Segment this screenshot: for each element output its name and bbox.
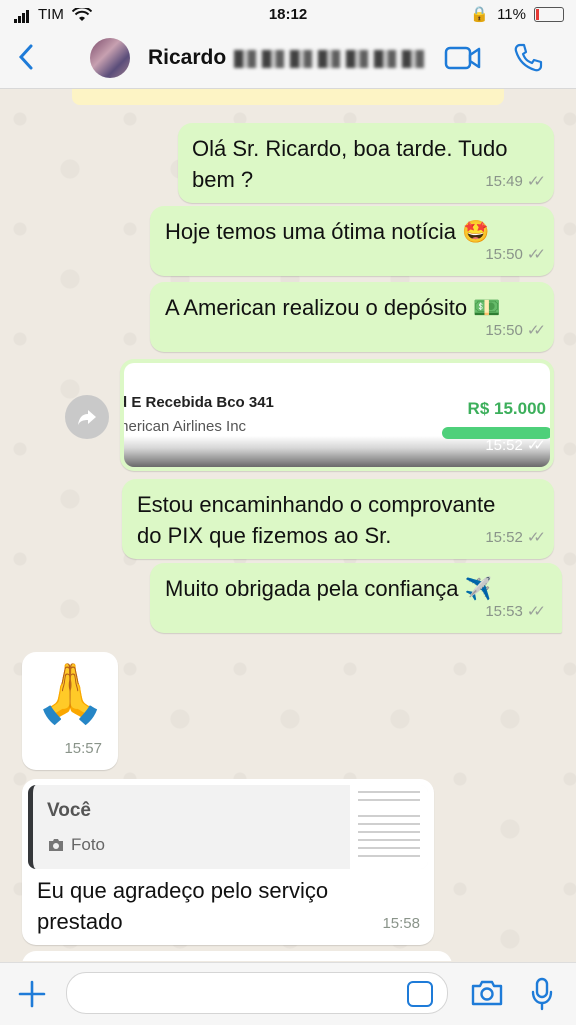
video-camera-icon — [444, 46, 481, 70]
message-time: 15:57 — [64, 740, 102, 757]
read-ticks-icon: ✓✓ — [526, 437, 546, 454]
outgoing-message[interactable]: Olá Sr. Ricardo, boa tarde. Tudo bem ? 1… — [178, 123, 554, 203]
chevron-left-icon — [18, 44, 33, 70]
message-time: 15:52 — [485, 437, 523, 454]
contact-name[interactable]: Ricardo — [148, 46, 226, 70]
receipt-payer: merican Airlines Inc — [124, 418, 247, 435]
outgoing-message[interactable]: Hoje temos uma ótima notícia 🤩 15:50 ✓✓ — [150, 206, 554, 276]
compose-bar — [0, 962, 576, 1025]
previous-message-edge — [72, 89, 504, 105]
message-text: do PIX que fizemos ao Sr. — [137, 523, 392, 548]
video-call-button[interactable] — [444, 44, 482, 77]
quote-thumbnail — [350, 785, 428, 869]
camera-button[interactable] — [470, 979, 504, 1012]
message-list[interactable]: Olá Sr. Ricardo, boa tarde. Tudo bem ? 1… — [0, 89, 576, 961]
orientation-lock-icon: 🔒 — [470, 6, 490, 23]
receipt-amount: R$ 15.000 — [467, 399, 546, 418]
outgoing-message[interactable]: Muito obrigada pela confiança ✈️ 15:53 ✓✓ — [150, 563, 562, 633]
outgoing-image-message[interactable]: d E Recebida Bco 341 merican Airlines In… — [120, 359, 554, 471]
praying-hands-emoji: 🙏 — [34, 661, 107, 726]
read-ticks-icon: ✓✓ — [526, 529, 546, 546]
sticker-icon[interactable] — [407, 981, 433, 1007]
message-time: 15:52 — [485, 529, 523, 546]
outgoing-message[interactable]: A American realizou o depósito 💵 15:50 ✓✓ — [150, 282, 554, 352]
message-time: 15:50 — [485, 246, 523, 263]
voice-call-button[interactable] — [512, 42, 544, 79]
quote-type: Foto — [71, 835, 106, 854]
incoming-message[interactable]: 🙏 15:57 — [22, 652, 118, 770]
message-time: 15:49 — [485, 173, 523, 190]
read-ticks-icon: ✓✓ — [526, 322, 546, 339]
phone-icon — [514, 43, 543, 72]
message-text: Hoje temos uma ótima notícia 🤩 — [165, 219, 490, 244]
read-ticks-icon: ✓✓ — [526, 246, 546, 263]
contact-name-redacted — [234, 50, 424, 68]
microphone-icon — [531, 977, 553, 1011]
message-text: A American realizou o depósito 💵 — [165, 295, 501, 320]
battery-icon — [534, 6, 564, 22]
contact-avatar[interactable] — [90, 38, 130, 78]
plus-icon — [18, 980, 46, 1008]
message-input[interactable] — [66, 972, 448, 1014]
message-time: 15:50 — [485, 322, 523, 339]
battery-percent: 11% — [497, 5, 526, 23]
forward-button[interactable] — [65, 395, 109, 439]
read-ticks-icon: ✓✓ — [526, 603, 546, 620]
message-text: Olá Sr. Ricardo, boa tarde. Tudo — [192, 136, 508, 161]
chat-header: Ricardo — [0, 30, 576, 89]
quoted-message[interactable]: Você Foto — [28, 785, 428, 869]
incoming-reply-message[interactable]: Você Foto Eu que agradeço pelo serviço p… — [22, 779, 434, 945]
message-text: Muito obrigada pela confiança ✈️ — [165, 576, 493, 601]
read-ticks-icon: ✓✓ — [526, 173, 546, 190]
quote-author: Você — [47, 800, 92, 821]
message-text: Eu que agradeço pelo serviço — [37, 878, 329, 903]
message-text: Estou encaminhando o comprovante — [137, 492, 496, 517]
incoming-message-partial[interactable] — [22, 951, 452, 961]
status-bar: TIM 18:12 🔒 11% — [0, 0, 576, 30]
back-button[interactable] — [16, 42, 36, 76]
forward-arrow-icon — [78, 410, 96, 425]
message-time: 15:53 — [485, 603, 523, 620]
camera-icon — [49, 838, 63, 851]
message-time: 15:58 — [382, 915, 420, 932]
message-text: bem ? — [192, 167, 254, 192]
message-text: prestado — [37, 909, 123, 934]
attach-button[interactable] — [17, 969, 47, 1017]
camera-icon — [471, 980, 503, 1006]
microphone-button[interactable] — [530, 977, 554, 1016]
outgoing-message[interactable]: Estou encaminhando o comprovante do PIX … — [122, 479, 554, 559]
